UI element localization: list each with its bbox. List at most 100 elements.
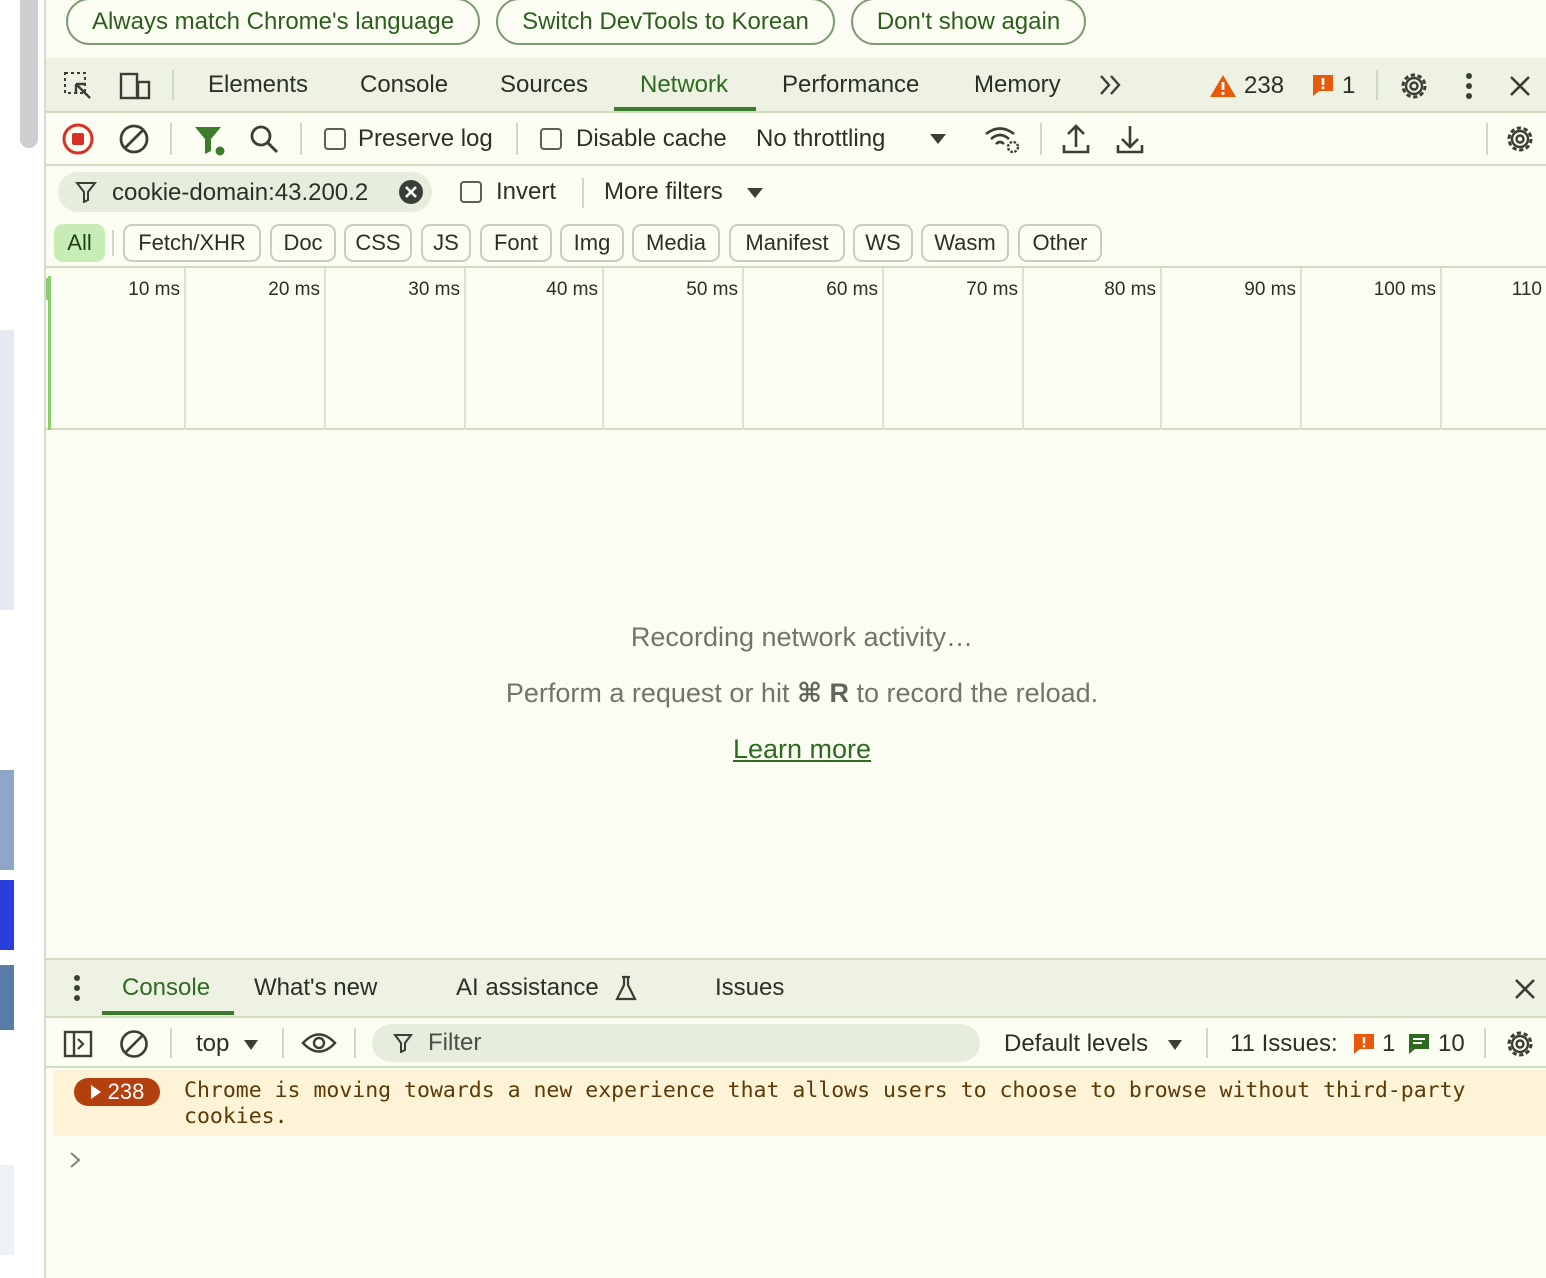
stop-recording-icon[interactable] [60,121,96,157]
warning-triangle-icon[interactable] [1208,72,1238,100]
timeline-tick-label: 30 ms [408,279,460,300]
search-icon[interactable] [246,121,282,157]
chevron-down-icon[interactable] [744,182,766,204]
network-settings-gear-icon[interactable] [1502,121,1538,157]
errors-count[interactable]: 1 [1342,72,1355,100]
network-toolbar: Preserve log Disable cache No throttling [46,113,1546,166]
filter-funnel-icon [74,180,98,204]
drawer-menu-icon[interactable] [64,972,90,1004]
filter-value[interactable]: cookie-domain:43.200.2 [112,179,394,207]
throttling-select[interactable]: No throttling [756,125,885,153]
type-filter-doc[interactable]: Doc [270,224,336,262]
clear-icon[interactable] [116,121,152,157]
chevron-down-icon[interactable] [926,127,950,151]
tab-sources[interactable]: Sources [500,58,588,111]
console-filter-placeholder[interactable]: Filter [428,1029,481,1057]
device-toolbar-icon[interactable] [116,68,154,104]
settings-gear-icon[interactable] [1396,68,1432,104]
drawer-tab-ai-assistance[interactable]: AI assistance [456,960,599,1016]
network-conditions-icon[interactable] [980,121,1024,157]
export-har-icon[interactable] [1112,121,1148,157]
more-tabs-icon[interactable] [1096,70,1126,100]
type-filter-ws[interactable]: WS [853,224,913,262]
toolbar-divider [1206,1028,1208,1058]
tab-elements[interactable]: Elements [208,58,308,111]
error-badge-icon[interactable] [1352,1032,1376,1056]
clear-filter-icon[interactable] [398,179,424,205]
kebab-menu-icon[interactable] [1454,68,1484,104]
issues-summary-label[interactable]: 11 Issues: [1230,1030,1338,1058]
chevron-down-icon[interactable] [1164,1034,1186,1056]
tab-console[interactable]: Console [360,58,448,111]
toolbar-divider [170,1028,172,1058]
type-filter-fetch-xhr[interactable]: Fetch/XHR [123,224,261,262]
close-drawer-icon[interactable] [1510,974,1540,1004]
more-filters-dropdown[interactable]: More filters [604,178,723,206]
type-filter-js[interactable]: JS [421,224,471,262]
network-timeline-overview[interactable]: 10 ms 20 ms 30 ms 40 ms 50 ms 60 ms 70 m… [46,266,1546,430]
type-filter-css[interactable]: CSS [344,224,412,262]
warnings-count[interactable]: 238 [1244,72,1284,100]
disable-cache-checkbox[interactable] [540,128,562,150]
drawer-tab-issues[interactable]: Issues [715,960,784,1016]
network-filter-input[interactable]: cookie-domain:43.200.2 [58,172,432,212]
type-filter-media[interactable]: Media [632,224,720,262]
switch-language-button[interactable]: Switch DevTools to Korean [496,0,835,45]
type-filter-wasm[interactable]: Wasm [921,224,1009,262]
toolbar-divider [170,123,172,155]
type-filter-font[interactable]: Font [480,224,552,262]
warning-group-badge[interactable]: 238 [74,1078,160,1106]
timeline-tick-label: 100 ms [1373,279,1436,300]
dont-show-again-button[interactable]: Don't show again [851,0,1086,45]
clear-console-icon[interactable] [116,1026,152,1062]
main-tab-bar: Elements Console Sources Network Perform… [46,58,1546,113]
drawer-tab-bar: Console What's new AI assistance Issues [46,960,1546,1016]
type-filter-all[interactable]: All [54,224,105,262]
console-prompt-icon[interactable] [68,1150,82,1176]
preserve-log-label[interactable]: Preserve log [358,125,493,153]
timeline-gridline [1300,268,1302,430]
invert-checkbox[interactable] [460,181,482,203]
type-filter-manifest[interactable]: Manifest [729,224,845,262]
learn-more-link[interactable]: Learn more [733,734,871,764]
log-levels-dropdown[interactable]: Default levels [1004,1030,1148,1058]
tab-performance[interactable]: Performance [782,58,919,111]
drawer-tab-console[interactable]: Console [122,960,210,1016]
filter-funnel-icon[interactable] [190,121,228,159]
tab-memory[interactable]: Memory [974,58,1061,111]
timeline-gridline [184,268,186,430]
issues-error-count[interactable]: 1 [1382,1030,1395,1058]
page-image-fragment [0,330,14,610]
live-expression-eye-icon[interactable] [300,1026,338,1060]
timeline-gridline [1022,268,1024,430]
invert-label[interactable]: Invert [496,178,556,206]
match-language-button[interactable]: Always match Chrome's language [66,0,480,45]
import-har-icon[interactable] [1058,121,1094,157]
reload-hint-suffix: to record the reload. [849,678,1099,708]
console-filter-input[interactable]: Filter [372,1024,980,1062]
close-devtools-icon[interactable] [1504,68,1536,104]
error-badge-icon[interactable] [1310,72,1336,98]
info-message-icon[interactable] [1406,1032,1432,1056]
timeline-cursor[interactable] [48,276,51,430]
preserve-log-checkbox[interactable] [324,128,346,150]
drawer-tab-whats-new[interactable]: What's new [254,960,377,1016]
console-settings-gear-icon[interactable] [1502,1026,1538,1062]
toolbar-divider [1376,70,1378,100]
console-drawer: Console What's new AI assistance Issues … [46,958,1546,1278]
tab-network[interactable]: Network [640,58,728,111]
page-image-fragment [0,770,14,870]
type-filter-other[interactable]: Other [1018,224,1102,262]
type-filter-img[interactable]: Img [560,224,624,262]
inspect-element-icon[interactable] [60,68,96,104]
devtools-panel: Always match Chrome's language Switch De… [46,0,1546,1278]
issues-info-count[interactable]: 10 [1438,1030,1465,1058]
toolbar-divider [300,123,302,155]
chevron-down-icon[interactable] [240,1034,262,1056]
context-selector[interactable]: top [196,1030,229,1058]
disable-cache-label[interactable]: Disable cache [576,125,727,153]
page-scrollbar[interactable] [20,0,38,148]
language-infobar: Always match Chrome's language Switch De… [46,0,1546,58]
console-warning-message[interactable]: 238 Chrome is moving towards a new exper… [54,1070,1546,1136]
sidebar-toggle-icon[interactable] [60,1026,96,1062]
